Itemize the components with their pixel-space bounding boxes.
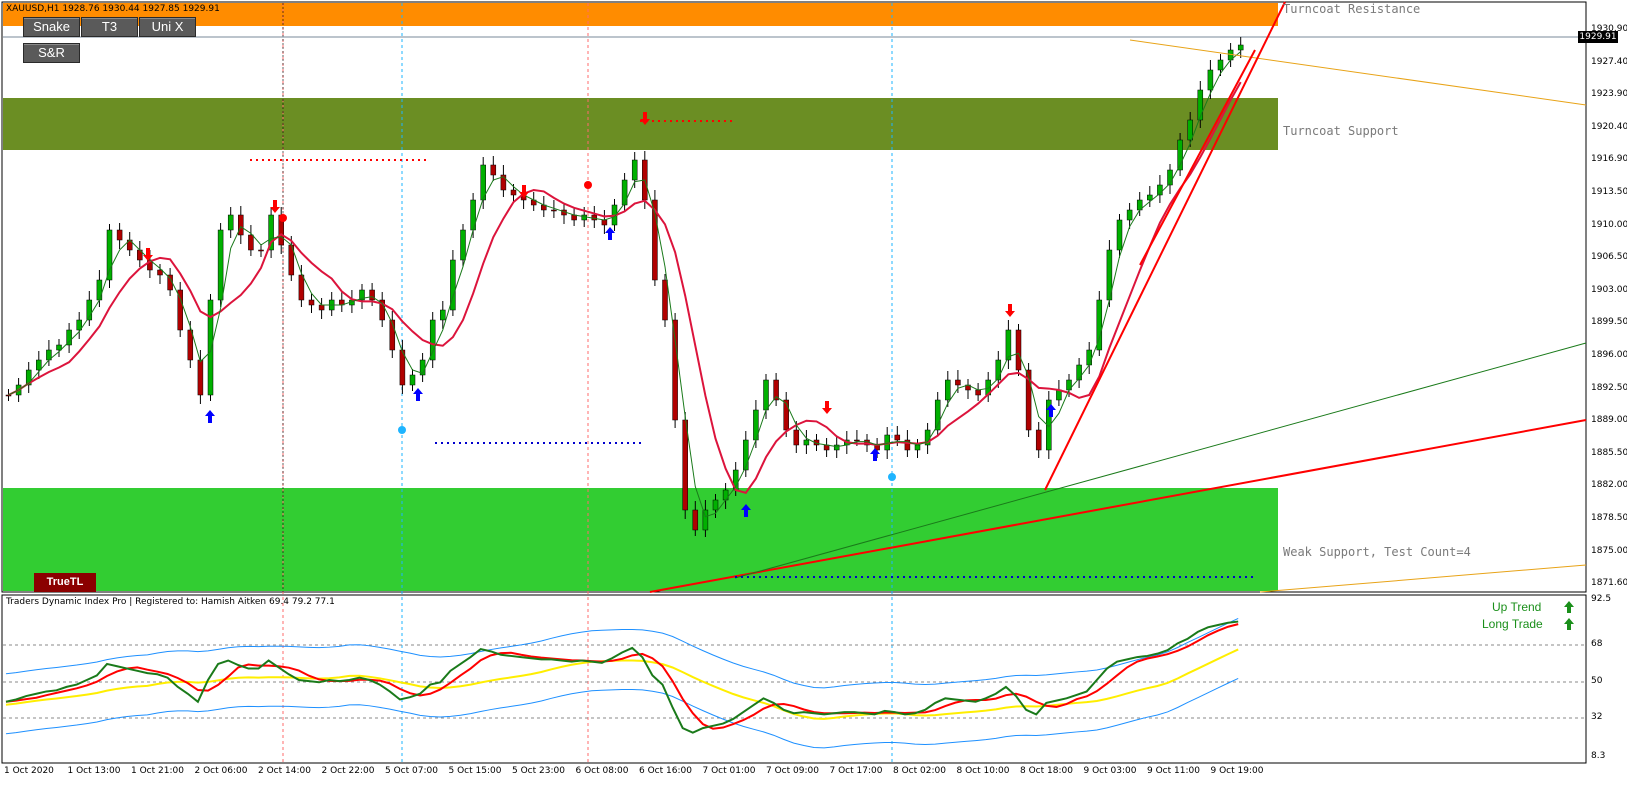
up-trend-arrow-icon	[1564, 601, 1574, 613]
price-tick-label: 1899.50	[1591, 317, 1627, 328]
snake-button[interactable]: Snake	[23, 17, 80, 37]
price-tick-label: 1920.40	[1591, 121, 1627, 132]
time-tick-label: 8 Oct 10:00	[956, 766, 1010, 776]
price-tick-label: 1875.00	[1591, 545, 1627, 556]
turncoat-support-label: Turncoat Support	[1283, 124, 1399, 138]
price-tick-label: 1896.00	[1591, 350, 1627, 360]
unix-button[interactable]: Uni X	[139, 17, 196, 37]
indicator-tick-label: 92.5	[1591, 594, 1612, 604]
price-tick-label: 1889.00	[1591, 415, 1627, 426]
price-tick-label: 1882.00	[1591, 480, 1627, 491]
sr-button[interactable]: S&R	[23, 43, 80, 63]
turncoat-support-zone	[3, 98, 1278, 150]
time-tick-label: 1 Oct 21:00	[131, 766, 184, 776]
price-tick-label: 1878.50	[1591, 513, 1627, 523]
time-tick-label: 6 Oct 16:00	[639, 766, 692, 776]
price-tick-label: 1903.00	[1591, 284, 1627, 295]
price-tick-label: 1927.40	[1591, 56, 1627, 67]
price-tick-label: 1906.50	[1591, 252, 1627, 263]
indicator-tick-label: 32	[1591, 712, 1603, 722]
time-tick-label: 2 Oct 14:00	[258, 766, 311, 776]
indicator-tick-label: 50	[1591, 676, 1603, 686]
time-tick-label: 7 Oct 09:00	[766, 766, 819, 776]
truetl-button[interactable]: TrueTL	[34, 573, 96, 592]
time-tick-label: 7 Oct 01:00	[702, 766, 756, 776]
up-trend-label: Up Trend	[1492, 600, 1542, 614]
time-tick-label: 5 Oct 15:00	[448, 766, 502, 776]
time-tick-label: 9 Oct 19:00	[1210, 766, 1264, 776]
time-tick-label: 9 Oct 03:00	[1083, 766, 1137, 776]
chart-symbol-info: XAUUSD,H1 1928.76 1930.44 1927.85 1929.9…	[6, 4, 220, 14]
time-tick-label: 9 Oct 11:00	[1147, 766, 1200, 776]
time-tick-label: 5 Oct 07:00	[385, 766, 438, 776]
weak-support-zone	[3, 488, 1278, 591]
indicator-title: Traders Dynamic Index Pro | Registered t…	[6, 597, 335, 607]
time-tick-label: 2 Oct 06:00	[194, 766, 248, 776]
time-tick-label: 7 Oct 17:00	[829, 766, 883, 776]
time-tick-label: 2 Oct 22:00	[321, 766, 375, 776]
price-chart[interactable]	[0, 0, 1627, 786]
price-tick-label: 1923.90	[1591, 89, 1627, 100]
long-trade-label: Long Trade	[1482, 617, 1543, 631]
price-tick-label: 1913.50	[1591, 187, 1627, 197]
time-tick-label: 1 Oct 2020	[4, 766, 54, 776]
price-tick-label: 1871.60	[1591, 578, 1627, 589]
current-price-tag: 1929.91	[1578, 31, 1618, 43]
time-tick-label: 1 Oct 13:00	[67, 766, 121, 776]
t3-button[interactable]: T3	[81, 17, 138, 37]
long-trade-arrow-icon	[1564, 618, 1574, 630]
time-tick-label: 6 Oct 08:00	[575, 766, 629, 776]
price-tick-label: 1910.00	[1591, 219, 1627, 230]
price-tick-label: 1916.90	[1591, 154, 1627, 165]
indicator-tick-label: 68	[1591, 639, 1603, 649]
price-tick-label: 1892.50	[1591, 382, 1627, 393]
weak-support-label: Weak Support, Test Count=4	[1283, 545, 1471, 559]
turncoat-resistance-label: Turncoat Resistance	[1283, 2, 1421, 16]
price-tick-label: 1885.50	[1591, 447, 1627, 458]
time-tick-label: 8 Oct 02:00	[893, 766, 946, 776]
time-tick-label: 8 Oct 18:00	[1020, 766, 1073, 776]
indicator-tick-label: 8.3	[1591, 751, 1606, 761]
time-tick-label: 5 Oct 23:00	[512, 766, 565, 776]
